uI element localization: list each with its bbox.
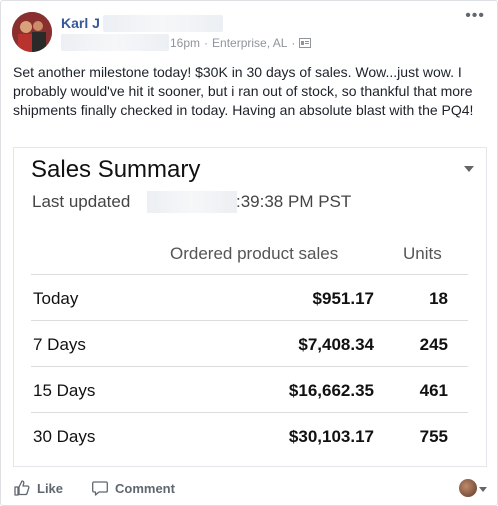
- facebook-post: Karl J 16pm · Enterprise, AL · ••• Set a…: [0, 0, 498, 506]
- comment-icon: [92, 481, 108, 496]
- redacted-update-time: [147, 191, 237, 213]
- like-label: Like: [37, 480, 64, 496]
- more-horizontal-icon[interactable]: •••: [465, 8, 485, 24]
- row-label: 7 Days: [33, 335, 86, 354]
- post-actions: Like Comment: [1, 475, 498, 503]
- row-sales: $16,662.35: [288, 381, 374, 400]
- table-row: 15 Days $16,662.35 461: [31, 366, 468, 412]
- sales-summary-image[interactable]: Sales Summary Last updated :39:38 PM PST…: [13, 147, 487, 467]
- row-units: 245: [419, 335, 448, 354]
- author-avatar[interactable]: [12, 12, 52, 52]
- comment-button[interactable]: Comment: [91, 479, 175, 497]
- table-row: Today $951.17 18: [31, 274, 468, 320]
- sales-summary-title: Sales Summary: [31, 156, 201, 183]
- row-label: 30 Days: [33, 427, 96, 446]
- post-location[interactable]: Enterprise, AL: [212, 36, 287, 50]
- row-units: 755: [419, 427, 448, 446]
- meta-separator: ·: [291, 36, 296, 50]
- row-sales: $951.17: [312, 289, 374, 308]
- chevron-down-icon[interactable]: [479, 487, 487, 492]
- reaction-avatar[interactable]: [459, 479, 477, 497]
- row-label: 15 Days: [33, 381, 96, 400]
- like-button[interactable]: Like: [13, 479, 63, 497]
- last-updated-time: :39:38 PM PST: [236, 192, 352, 211]
- author-name[interactable]: Karl J: [61, 15, 100, 31]
- thumbs-up-icon: [14, 480, 30, 496]
- row-sales: $7,408.34: [298, 335, 374, 354]
- meta-separator: ·: [204, 36, 209, 50]
- row-label: Today: [33, 289, 79, 308]
- column-header-units: Units: [403, 244, 442, 263]
- audience-icon[interactable]: [299, 37, 312, 49]
- comment-label: Comment: [115, 480, 175, 496]
- redacted-date: [61, 34, 169, 51]
- table-row: 30 Days $30,103.17 755: [31, 412, 468, 458]
- table-row: 7 Days $7,408.34 245: [31, 320, 468, 366]
- post-time[interactable]: 16pm: [170, 36, 200, 50]
- dropdown-caret-icon: [464, 166, 474, 172]
- post-meta: 16pm · Enterprise, AL ·: [170, 36, 312, 50]
- row-units: 18: [429, 289, 448, 308]
- post-text: Set another milestone today! $30K in 30 …: [13, 64, 474, 118]
- row-units: 461: [419, 381, 448, 400]
- last-updated-label: Last updated: [32, 192, 131, 211]
- row-sales: $30,103.17: [288, 427, 374, 446]
- column-header-sales: Ordered product sales: [170, 244, 339, 263]
- redacted-name: [103, 15, 223, 32]
